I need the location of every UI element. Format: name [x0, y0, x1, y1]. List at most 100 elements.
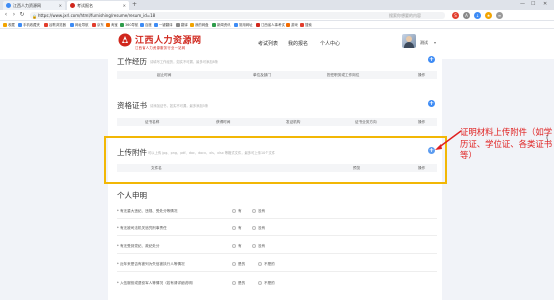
nav-my-registration[interactable]: 我的报名: [288, 40, 308, 47]
radio-label: 是的: [238, 262, 246, 266]
column-header: 预览: [353, 166, 361, 170]
column-header: 操作: [418, 120, 426, 124]
declaration-question: * 有无被司法机关追究刑事责任: [117, 226, 167, 230]
bookmark-item[interactable]: 谷歌浏览器: [44, 22, 66, 28]
section-title-upload: 上传附件: [117, 148, 147, 157]
section-title-declaration: 个人申明: [117, 191, 147, 200]
bookmark-item[interactable]: 网址导航: [70, 22, 89, 28]
add-work-button[interactable]: +: [428, 56, 435, 63]
back-icon[interactable]: ‹: [3, 12, 9, 18]
column-header: 单位及部门: [253, 73, 271, 77]
username[interactable]: 测试: [420, 40, 428, 46]
radio-yes[interactable]: [232, 281, 236, 285]
account-icon[interactable]: A: [463, 12, 470, 19]
radio-no[interactable]: [252, 226, 256, 230]
refresh-icon[interactable]: ↻: [19, 12, 25, 18]
bookmark-item[interactable]: 江西省人事考试: [256, 22, 285, 28]
radio-label: 是的: [238, 281, 246, 285]
declaration-question: * 入伍服役或退役军人等情况（若有请详细说明）: [117, 281, 196, 285]
radio-label: 有: [238, 209, 242, 213]
radio-label: 不是的: [264, 262, 275, 266]
table-header: 证书名称 获得时间 发证机构 证书业务方向 操作: [117, 118, 437, 126]
bookmark-item[interactable]: 搜索: [300, 22, 312, 28]
declaration-question: * 有无受到党纪、政纪处分: [117, 244, 160, 248]
radio-no[interactable]: [258, 281, 262, 285]
maximize-icon[interactable]: ☐: [531, 1, 535, 7]
scroll-indicator[interactable]: (: [546, 135, 550, 142]
logo-icon: [118, 33, 132, 47]
radio-yes[interactable]: [232, 226, 236, 230]
declaration-question: * 有无重大违纪、违规、受处分等情况: [117, 209, 178, 213]
table-header: 起止时间 单位及部门 担任职务或工作岗位 操作: [117, 71, 437, 79]
minimize-icon[interactable]: —: [520, 1, 525, 7]
radio-no[interactable]: [252, 209, 256, 213]
bookmark-item[interactable]: 京东: [92, 22, 104, 28]
menu-icon[interactable]: ≡: [496, 12, 503, 19]
bookmark-item[interactable]: 翻译: [176, 22, 188, 28]
radio-no[interactable]: [258, 262, 262, 266]
divider: [117, 253, 437, 254]
bookmark-item[interactable]: 百度: [140, 22, 152, 28]
extension-icon[interactable]: S: [452, 12, 459, 19]
radio-label: 没有: [258, 209, 266, 213]
bookmark-item[interactable]: 收藏: [3, 22, 15, 28]
browser-tab-2[interactable]: 考试报名 ✕: [67, 1, 129, 10]
lock-icon: 🔒: [32, 14, 37, 19]
add-cert-button[interactable]: +: [428, 100, 435, 107]
column-header: 证书名称: [145, 120, 160, 124]
tab-title: 考试报名: [77, 2, 93, 8]
nav-exam-list[interactable]: 考试列表: [258, 40, 278, 47]
browser-search-input[interactable]: 搜索你想要的内容: [385, 12, 445, 19]
avatar[interactable]: [402, 34, 416, 48]
bookmark-item[interactable]: 常用网址: [234, 22, 253, 28]
close-icon[interactable]: ✕: [59, 3, 62, 8]
download-icon[interactable]: ↓: [474, 12, 481, 19]
radio-yes[interactable]: [232, 209, 236, 213]
divider: [117, 218, 437, 219]
site-favicon: [6, 3, 11, 8]
bookmark-item[interactable]: 新闻资讯: [212, 22, 231, 28]
divider: [117, 235, 437, 236]
browser-tab-bar: 江西人力资源网 ✕ 考试报名 ✕ + — ☐ ✕: [0, 0, 554, 10]
address-bar-row: ‹ › ↻ 🔒 https://www.jxrl.com/html/furnis…: [0, 10, 554, 21]
nav-personal-center[interactable]: 个人中心: [320, 40, 340, 47]
column-header: 操作: [418, 166, 426, 170]
url-text: https://www.jxrl.com/html/furnishing/res…: [38, 13, 156, 18]
radio-label: 没有: [258, 244, 266, 248]
bookmark-item[interactable]: 淘宝: [106, 22, 118, 28]
column-header: 起止时间: [157, 73, 172, 77]
bookmark-item[interactable]: 360导航: [120, 22, 138, 28]
section-hint: 请添加证书，如实不可漏，最多添加5条: [150, 104, 209, 108]
bookmarks-bar: 收藏 手机收藏夹 谷歌浏览器 网址导航 京东 淘宝 360导航 百度 一键翻译 …: [0, 21, 554, 29]
close-icon[interactable]: ✕: [123, 3, 126, 8]
bookmark-item[interactable]: 我的网盘: [190, 22, 209, 28]
site-favicon: [70, 3, 75, 8]
tab-title: 江西人力资源网: [13, 2, 41, 8]
section-title-cert: 资格证书: [117, 101, 147, 110]
section-hint: 请填写工作经历，如实不可漏，最多可添加8条: [150, 60, 219, 64]
close-window-icon[interactable]: ✕: [543, 1, 547, 7]
radio-yes[interactable]: [232, 262, 236, 266]
url-field[interactable]: 🔒 https://www.jxrl.com/html/furnishing/r…: [30, 12, 390, 19]
new-tab-button[interactable]: +: [132, 1, 137, 8]
chevron-down-icon[interactable]: ▾: [434, 40, 436, 45]
column-header: 操作: [418, 73, 426, 77]
radio-label: 不是的: [264, 281, 275, 285]
column-header: 发证机构: [286, 120, 301, 124]
column-header: 获得时间: [216, 120, 231, 124]
logo-subtitle: 江西省人力资源服务行业一站网: [135, 46, 186, 50]
declaration-question: * 近年来是否有被列为失信被执行人等情况: [117, 262, 185, 266]
bookmark-item[interactable]: 一键翻译: [154, 22, 173, 28]
column-header: 文件名: [151, 166, 162, 170]
column-header: 证书业务方向: [355, 120, 377, 124]
radio-no[interactable]: [252, 244, 256, 248]
forward-icon[interactable]: ›: [11, 12, 17, 18]
upload-section-highlight: [104, 136, 447, 184]
bookmark-item[interactable]: 游戏: [286, 22, 298, 28]
radio-yes[interactable]: [232, 244, 236, 248]
bookmark-item[interactable]: 手机收藏夹: [18, 22, 40, 28]
extension-icon[interactable]: ★: [485, 12, 492, 19]
browser-tab-1[interactable]: 江西人力资源网 ✕: [3, 1, 65, 10]
radio-label: 有: [238, 244, 242, 248]
column-header: 担任职务或工作岗位: [327, 73, 360, 77]
